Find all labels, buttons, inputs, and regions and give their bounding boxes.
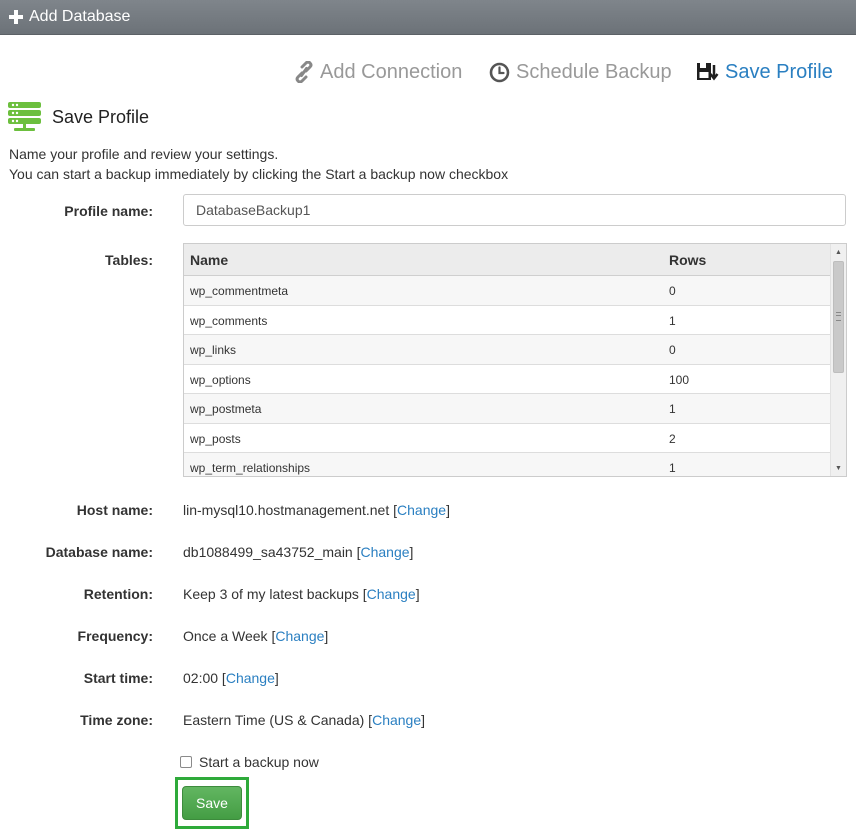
database-name-text: db1088499_sa43752_main — [183, 544, 353, 560]
host-name-text: lin-mysql10.hostmanagement.net — [183, 502, 390, 518]
link-icon — [295, 61, 313, 83]
change-time-zone-link[interactable]: Change — [372, 712, 421, 728]
table-cell-name: wp_term_relationships — [190, 461, 311, 475]
host-name-value: lin-mysql10.hostmanagement.net [Change] — [183, 502, 450, 518]
change-start-time-link[interactable]: Change — [226, 670, 275, 686]
plus-icon — [9, 10, 23, 24]
time-zone-label: Time zone: — [80, 712, 153, 728]
tables-grid: Name Rows wp_commentmeta 0 wp_comments 1… — [183, 243, 847, 477]
grip-icon — [836, 312, 841, 321]
retention-label: Retention: — [83, 586, 153, 602]
start-backup-row[interactable]: Start a backup now — [180, 752, 319, 772]
table-row[interactable]: wp_term_relationships 1 — [184, 453, 831, 476]
table-row[interactable]: wp_options 100 — [184, 365, 831, 394]
table-cell-rows: 1 — [669, 461, 676, 475]
scroll-up-arrow-icon[interactable]: ▲ — [831, 244, 846, 260]
start-time-value: 02:00 [Change] — [183, 670, 279, 686]
change-retention-link[interactable]: Change — [367, 586, 416, 602]
table-row[interactable]: wp_postmeta 1 — [184, 394, 831, 424]
window-titlebar: Add Database — [0, 0, 856, 35]
table-scrollbar[interactable]: ▲ ▼ — [830, 244, 846, 476]
column-header-name[interactable]: Name — [190, 252, 228, 268]
table-row[interactable]: wp_commentmeta 0 — [184, 276, 831, 306]
save-button[interactable]: Save — [182, 786, 242, 820]
profile-name-label: Profile name: — [64, 203, 153, 219]
table-cell-rows: 1 — [669, 402, 676, 416]
change-host-link[interactable]: Change — [397, 502, 446, 518]
start-backup-checkbox[interactable] — [180, 756, 192, 768]
retention-value: Keep 3 of my latest backups [Change] — [183, 586, 420, 602]
start-time-text: 02:00 — [183, 670, 219, 686]
step-schedule-backup[interactable]: Schedule Backup — [489, 58, 672, 86]
table-cell-name: wp_posts — [190, 431, 241, 446]
change-frequency-link[interactable]: Change — [275, 628, 324, 644]
intro-line-1: Name your profile and review your settin… — [9, 146, 279, 162]
section-header: Save Profile — [8, 102, 149, 132]
section-title: Save Profile — [52, 106, 150, 127]
table-cell-name: wp_links — [190, 343, 237, 357]
table-cell-name: wp_postmeta — [190, 402, 262, 416]
table-row[interactable]: wp_posts 2 — [184, 424, 831, 453]
table-cell-rows: 1 — [669, 313, 676, 328]
table-cell-rows: 0 — [669, 343, 676, 357]
step-save-profile[interactable]: Save Profile — [697, 58, 833, 86]
table-cell-name: wp_comments — [190, 313, 268, 328]
database-name-value: db1088499_sa43752_main [Change] — [183, 544, 414, 560]
database-name-label: Database name: — [45, 544, 153, 560]
change-database-link[interactable]: Change — [361, 544, 410, 560]
start-time-label: Start time: — [83, 670, 153, 686]
step-label: Add Connection — [320, 60, 463, 83]
step-label: Schedule Backup — [516, 60, 672, 83]
save-profile-icon — [697, 63, 719, 81]
clock-icon — [489, 62, 510, 82]
database-server-icon — [8, 102, 41, 131]
start-backup-label[interactable]: Start a backup now — [199, 754, 319, 770]
tables-label: Tables: — [105, 252, 153, 268]
frequency-text: Once a Week — [183, 628, 268, 644]
scroll-down-arrow-icon[interactable]: ▼ — [831, 460, 846, 476]
step-label: Save Profile — [725, 60, 833, 83]
table-cell-rows: 2 — [669, 431, 676, 446]
table-cell-name: wp_options — [190, 372, 251, 387]
column-header-rows[interactable]: Rows — [669, 252, 706, 268]
host-name-label: Host name: — [76, 502, 153, 518]
table-row[interactable]: wp_links 0 — [184, 335, 831, 365]
profile-name-input[interactable] — [183, 194, 846, 226]
time-zone-text: Eastern Time (US & Canada) — [183, 712, 365, 728]
frequency-value: Once a Week [Change] — [183, 628, 329, 644]
table-cell-rows: 0 — [669, 284, 676, 298]
step-add-connection[interactable]: Add Connection — [294, 58, 462, 86]
frequency-label: Frequency: — [77, 628, 153, 644]
time-zone-value: Eastern Time (US & Canada) [Change] — [183, 712, 426, 728]
table-cell-name: wp_commentmeta — [190, 284, 289, 298]
table-cell-rows: 100 — [669, 372, 690, 387]
scroll-thumb[interactable] — [833, 261, 844, 373]
retention-text: Keep 3 of my latest backups — [183, 586, 359, 602]
window-title: Add Database — [29, 8, 131, 25]
table-row[interactable]: wp_comments 1 — [184, 306, 831, 335]
table-header: Name Rows — [184, 244, 831, 276]
intro-line-2: You can start a backup immediately by cl… — [9, 166, 509, 182]
